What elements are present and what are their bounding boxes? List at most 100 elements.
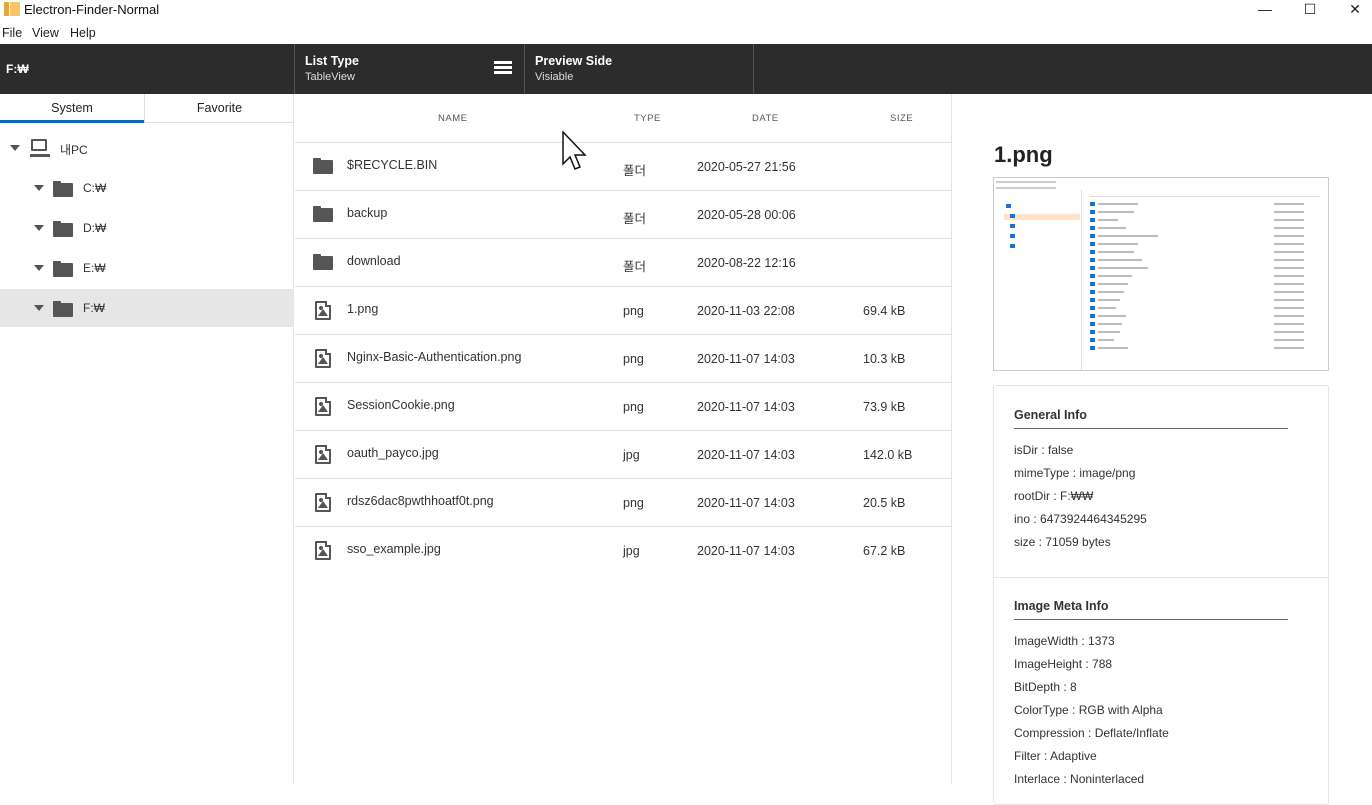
file-size: 142.0 kB [863, 448, 913, 462]
title-bar: Electron-Finder-Normal — ☐ ✕ [0, 0, 1372, 22]
file-date: 2020-11-07 14:03 [697, 544, 795, 558]
meta-image-width: ImageWidth : 1373 [1014, 634, 1115, 648]
file-row[interactable]: backup 폴더 2020-05-28 00:06 [295, 191, 951, 239]
file-size: 20.5 kB [863, 496, 906, 510]
tree-label: D:₩ [83, 221, 107, 235]
meta-bit-depth: BitDepth : 8 [1014, 680, 1077, 694]
info-ino: ino : 6473924464345295 [1014, 512, 1147, 526]
file-row[interactable]: rdsz6dac8pwthhoatf0t.png png 2020-11-07 … [295, 479, 951, 527]
preview-side-title: Preview Side [535, 54, 613, 68]
file-type: png [623, 400, 644, 414]
meta-filter: Filter : Adaptive [1014, 749, 1097, 763]
tree-label: E:₩ [83, 261, 106, 275]
preview-title: 1.png [994, 142, 1053, 167]
meta-image-height: ImageHeight : 788 [1014, 657, 1113, 671]
file-type: png [623, 304, 644, 318]
tab-favorite[interactable]: Favorite [145, 94, 294, 123]
sidebar-tabs: System Favorite [0, 94, 294, 123]
file-date: 2020-08-22 12:16 [697, 256, 796, 270]
file-date: 2020-11-07 14:03 [697, 352, 795, 366]
file-row[interactable]: 1.png png 2020-11-03 22:08 69.4 kB [295, 287, 951, 335]
section-divider [994, 577, 1328, 578]
file-row[interactable]: SessionCookie.png png 2020-11-07 14:03 7… [295, 383, 951, 431]
file-type: 폴더 [623, 164, 647, 178]
tree-item-d-drive[interactable]: D:₩ [0, 209, 294, 247]
column-header-date[interactable]: DATE [752, 113, 779, 124]
column-header-type[interactable]: TYPE [634, 113, 661, 124]
image-file-icon [315, 349, 331, 368]
window-title: Electron-Finder-Normal [24, 2, 160, 17]
image-file-icon [315, 541, 331, 560]
close-button[interactable]: ✕ [1332, 0, 1372, 22]
file-name: backup [347, 206, 388, 220]
divider [1014, 428, 1288, 429]
image-file-icon [315, 397, 331, 416]
mouse-cursor-icon [562, 131, 587, 170]
file-date: 2020-11-03 22:08 [697, 304, 795, 318]
image-meta-title: Image Meta Info [1014, 599, 1109, 613]
divider [1014, 619, 1288, 620]
folder-icon [313, 206, 333, 222]
computer-icon [30, 139, 50, 159]
menu-file[interactable]: File [2, 26, 22, 40]
folder-icon [53, 181, 73, 197]
folder-icon [53, 301, 73, 317]
app-icon [4, 2, 20, 16]
file-name: Nginx-Basic-Authentication.png [347, 350, 522, 364]
caret-down-icon[interactable] [34, 305, 44, 311]
tree-label: F:₩ [83, 301, 105, 315]
file-name: rdsz6dac8pwthhoatf0t.png [347, 494, 494, 508]
file-row[interactable]: sso_example.jpg jpg 2020-11-07 14:03 67.… [295, 527, 951, 575]
file-row[interactable]: oauth_payco.jpg jpg 2020-11-07 14:03 142… [295, 431, 951, 479]
file-row[interactable]: $RECYCLE.BIN 폴더 2020-05-27 21:56 [295, 143, 951, 191]
file-name: SessionCookie.png [347, 398, 455, 412]
caret-down-icon[interactable] [10, 145, 20, 151]
tab-system[interactable]: System [0, 94, 144, 123]
tree-item-my-pc[interactable]: 내PC [0, 129, 294, 167]
caret-down-icon[interactable] [34, 265, 44, 271]
file-size: 69.4 kB [863, 304, 906, 318]
maximize-button[interactable]: ☐ [1287, 0, 1333, 22]
file-date: 2020-11-07 14:03 [697, 400, 795, 414]
file-size: 73.9 kB [863, 400, 906, 414]
file-date: 2020-05-28 00:06 [697, 208, 796, 222]
column-header-size[interactable]: SIZE [890, 113, 913, 124]
caret-down-icon[interactable] [34, 225, 44, 231]
file-row[interactable]: download 폴더 2020-08-22 12:16 [295, 239, 951, 287]
menu-bar: File View Help [0, 22, 1372, 44]
file-size: 10.3 kB [863, 352, 906, 366]
file-date: 2020-05-27 21:56 [697, 160, 796, 174]
menu-view[interactable]: View [32, 26, 59, 40]
tree-item-e-drive[interactable]: E:₩ [0, 249, 294, 287]
info-size: size : 71059 bytes [1014, 535, 1111, 549]
sidebar: System Favorite 내PC C:₩ D:₩ E:₩ F:₩ [0, 94, 294, 784]
tree-item-f-drive[interactable]: F:₩ [0, 289, 294, 327]
preview-pane: 1.png General Info isDir: false mimeTyp… [953, 94, 1372, 805]
file-type: png [623, 496, 644, 510]
file-type: 폴더 [623, 260, 647, 274]
toolbar: F:₩ List Type TableView Preview Side Vis… [0, 44, 1372, 94]
list-type-control[interactable]: List Type TableView [294, 44, 524, 94]
preview-side-control[interactable]: Preview Side Visiable [524, 44, 754, 94]
image-file-icon [315, 493, 331, 512]
file-name: oauth_payco.jpg [347, 446, 439, 460]
file-list-header: NAME TYPE DATE SIZE [295, 94, 951, 143]
column-header-name[interactable]: NAME [438, 113, 467, 124]
list-type-title: List Type [305, 54, 359, 68]
file-row[interactable]: Nginx-Basic-Authentication.png png 2020-… [295, 335, 951, 383]
folder-icon [313, 158, 333, 174]
list-type-value: TableView [305, 71, 355, 83]
list-view-icon[interactable] [494, 61, 512, 76]
file-name: $RECYCLE.BIN [347, 158, 438, 172]
file-date: 2020-11-07 14:03 [697, 496, 795, 510]
caret-down-icon[interactable] [34, 185, 44, 191]
info-mime-type: mimeType : image/png [1014, 466, 1136, 480]
folder-icon [53, 261, 73, 277]
folder-icon [313, 254, 333, 270]
minimize-button[interactable]: — [1242, 0, 1288, 22]
info-card: General Info isDir : false mimeType : im… [993, 385, 1329, 805]
menu-help[interactable]: Help [70, 26, 96, 40]
tree-item-c-drive[interactable]: C:₩ [0, 169, 294, 207]
meta-compression: Compression : Deflate/Inflate [1014, 726, 1169, 740]
file-date: 2020-11-07 14:03 [697, 448, 795, 462]
